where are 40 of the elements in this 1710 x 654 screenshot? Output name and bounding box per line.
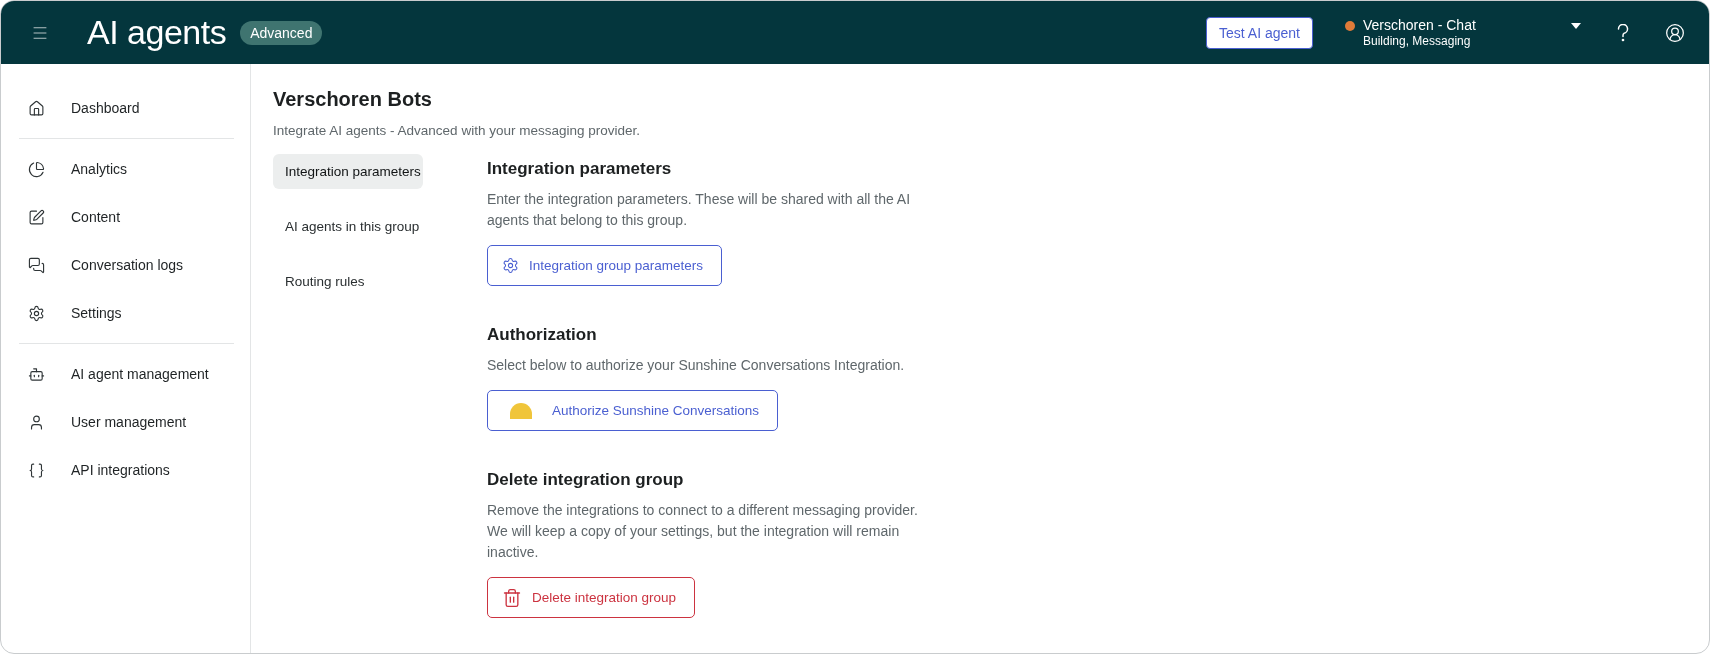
- sidebar-item[interactable]: API integrations: [19, 446, 234, 494]
- action-button[interactable]: Authorize Sunshine Conversations: [487, 390, 779, 431]
- sidebar-item[interactable]: Dashboard: [19, 84, 234, 132]
- page-subtitle: Integrate AI agents - Advanced with your messaging provider.: [273, 123, 641, 138]
- settings-icon: [28, 304, 45, 322]
- sidebar-item[interactable]: Content: [19, 193, 234, 241]
- settings-icon: [502, 257, 519, 274]
- action-button[interactable]: Integration group parameters: [487, 245, 723, 286]
- plan-badge: Advanced: [240, 20, 323, 45]
- delete-button[interactable]: Delete integration group: [487, 577, 696, 618]
- account-button[interactable]: [1665, 22, 1685, 43]
- sidebar-item[interactable]: Analytics: [19, 145, 234, 193]
- sidebar-item[interactable]: Settings: [19, 289, 234, 337]
- subnav-tab[interactable]: Integration parameters: [273, 154, 423, 189]
- sidebar-item[interactable]: Conversation logs: [19, 241, 234, 289]
- workspace-subtitle: Building, Messaging: [1363, 33, 1471, 49]
- edit-icon: [28, 208, 45, 226]
- section-description: Select below to authorize your Sunshine Conversations Integration.: [487, 356, 905, 375]
- user-icon: [28, 413, 45, 431]
- page-title: Verschoren Bots: [273, 88, 433, 111]
- half-sun-icon: [510, 402, 532, 419]
- pie-chart-icon: [28, 160, 45, 178]
- help-button[interactable]: [1617, 23, 1629, 42]
- trash-icon: [502, 587, 522, 608]
- section-heading: Integration parameters: [487, 159, 672, 179]
- app-title: AI agents: [87, 13, 227, 52]
- test-agent-button[interactable]: Test AI agent: [1206, 16, 1313, 49]
- section-heading: Delete integration group: [487, 470, 684, 490]
- home-icon: [28, 99, 45, 117]
- braces-icon: [28, 461, 45, 479]
- section-heading: Authorization: [487, 325, 597, 345]
- chat-bubbles-icon: [28, 256, 45, 274]
- sidebar-item[interactable]: AI agent management: [19, 350, 234, 398]
- section-description: Remove the integrations to connect to a different messaging provider. We will keep a copy of your settings, but the integration will remain inactive.: [487, 501, 919, 562]
- caret-icon: [1571, 22, 1581, 29]
- sidebar-item[interactable]: User management: [19, 398, 234, 446]
- robot-icon: [28, 365, 45, 383]
- workspace-name: Verschoren - Chat: [1363, 16, 1476, 34]
- section-description: Enter the integration parameters. These will be shared with all the AI agents that belong to this group.: [487, 190, 912, 230]
- workspace-selector[interactable]: Verschoren - Chat Building, Messaging: [1345, 16, 1581, 49]
